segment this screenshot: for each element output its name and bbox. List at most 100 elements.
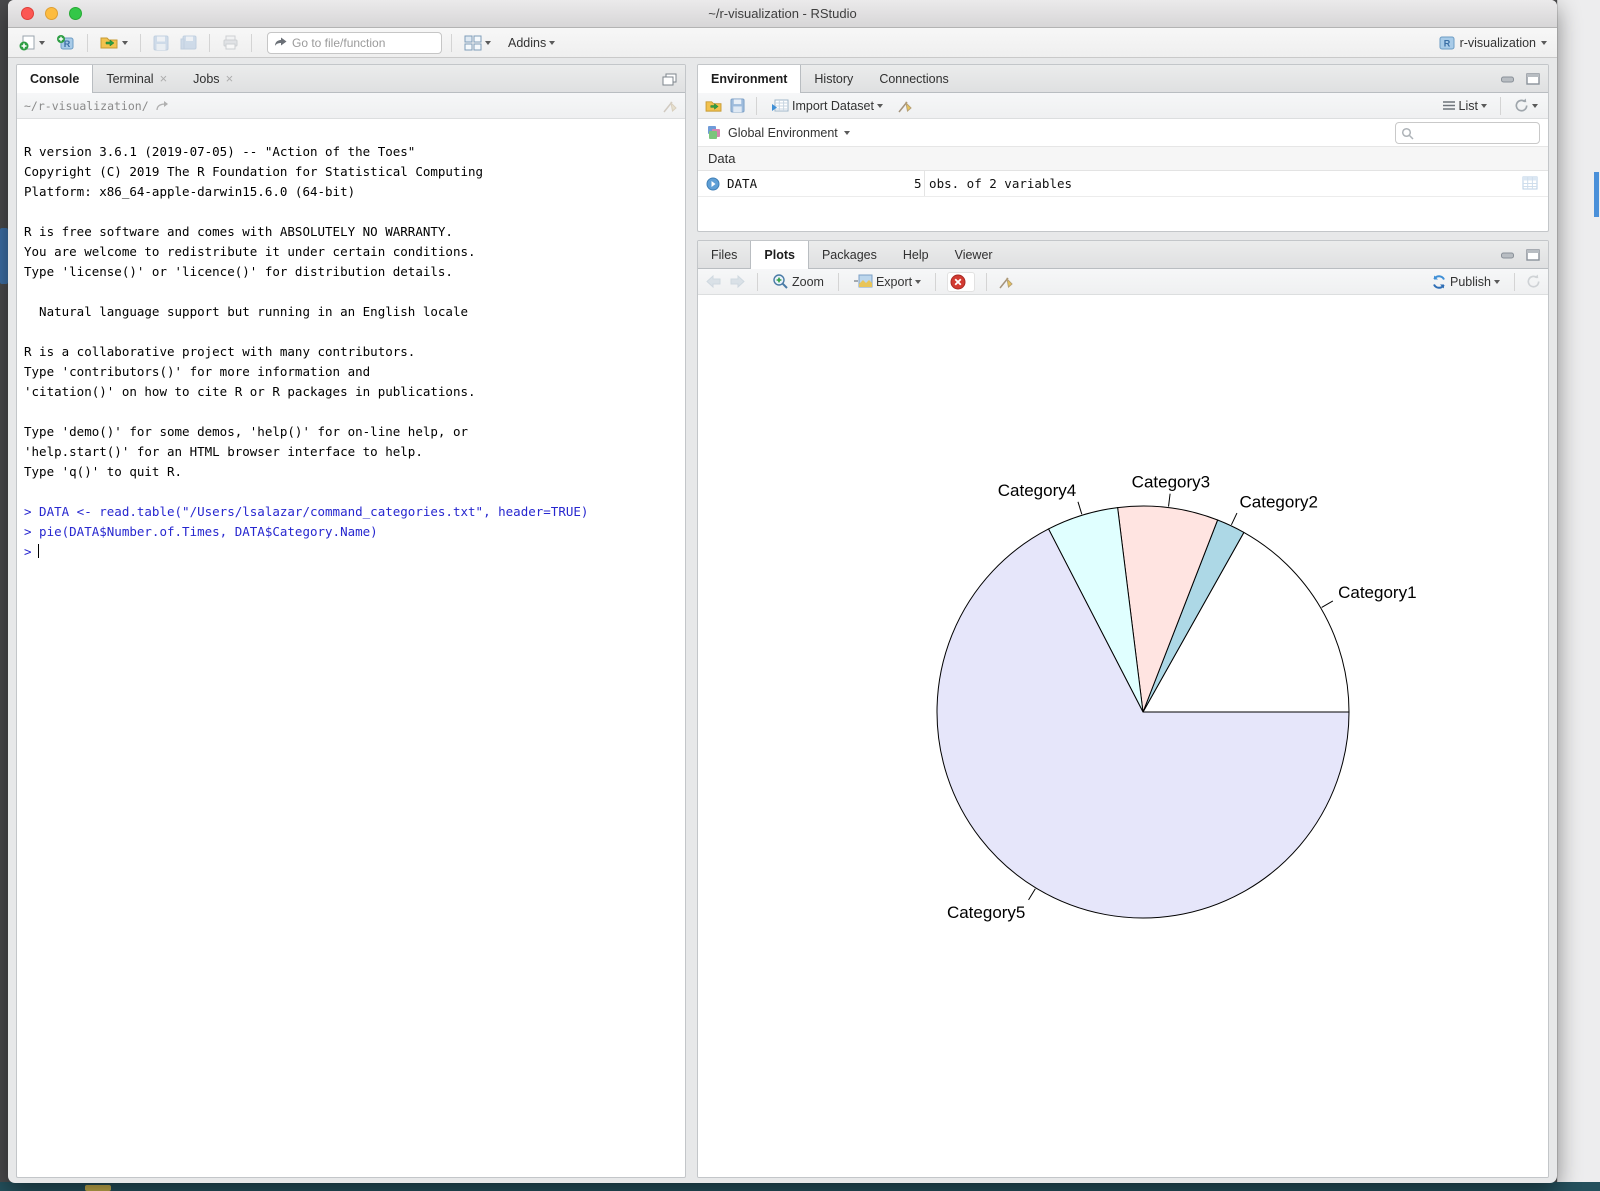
background-blue-chip-right [1594,172,1599,217]
tab-plots[interactable]: Plots [750,241,809,269]
plot-area: Category1Category2Category3Category4Cate… [698,295,1549,1177]
close-tab-icon[interactable]: × [160,71,168,86]
maximize-pane-icon[interactable] [662,73,677,86]
zoom-plot-button[interactable]: Zoom [769,271,827,292]
refresh-caret-icon [1532,104,1538,108]
zoom-magnifier-icon [772,273,789,290]
close-tab-icon[interactable]: × [226,71,234,86]
environment-object-row[interactable]: DATA 5 obs. of 2 variables [698,171,1548,197]
pie-label-tick [1169,494,1171,507]
environment-scope-caret-icon[interactable] [844,131,850,135]
goto-file-box[interactable] [267,32,442,54]
tab-jobs[interactable]: Jobs× [180,65,246,92]
tab-files[interactable]: Files [698,241,750,268]
project-cube-icon: R [1439,35,1455,51]
new-project-icon: R [56,34,75,52]
open-file-button[interactable] [97,33,131,52]
pane-layout-icon [464,35,482,51]
plots-tabbar: Files PlotsPackagesHelp Viewer [698,241,1548,269]
environment-search-box[interactable] [1395,122,1540,144]
new-file-button[interactable] [16,32,48,53]
console-line-output: Type 'contributors()' for more informati… [24,362,677,382]
minimize-pane-icon[interactable] [1501,73,1518,85]
print-button[interactable] [219,33,242,52]
maximize-pane-icon[interactable] [1526,249,1540,261]
tab-label: Files [711,248,737,262]
previous-plot-icon[interactable] [705,275,722,288]
open-folder-icon [100,35,119,50]
refresh-environment-button[interactable] [1511,96,1541,115]
addins-button[interactable]: Addins [505,34,558,52]
clear-all-plots-icon[interactable] [998,274,1014,290]
tab-packages[interactable]: Packages [809,241,890,268]
console-line-output: 'help.start()' for an HTML browser inter… [24,442,677,462]
new-file-icon [19,34,36,51]
export-plot-button[interactable]: Export [850,272,924,291]
pane-layout-caret-icon [485,41,491,45]
export-plot-label: Export [876,275,912,289]
environment-search-input[interactable] [1418,126,1528,140]
project-name: r-visualization [1460,36,1536,50]
tab-label: Console [30,72,79,86]
new-project-button[interactable]: R [53,32,78,54]
console-tabs: Console Terminal×Jobs× [17,65,246,92]
console-line-output: Natural language support but running in … [24,302,677,322]
addins-label: Addins [508,36,546,50]
tab-history[interactable]: History [801,65,866,92]
publish-button[interactable]: Publish [1428,272,1503,292]
refresh-plot-icon[interactable] [1526,274,1541,289]
main-toolbar: R [8,28,1557,58]
console-output[interactable]: R version 3.6.1 (2019-07-05) -- "Action … [17,119,685,570]
minimize-window-button[interactable] [45,7,58,20]
object-name: DATA [727,176,757,191]
save-button[interactable] [150,33,172,53]
list-view-button[interactable]: List [1439,97,1490,115]
tab-environment[interactable]: Environment [698,65,801,93]
save-all-button[interactable] [177,33,200,53]
publish-icon [1431,274,1447,290]
save-workspace-icon[interactable] [730,98,745,113]
search-icon [1401,127,1414,140]
background-window-left [0,0,8,1191]
publish-caret-icon [1494,280,1500,284]
share-arrow-icon[interactable] [156,100,170,111]
expand-object-icon[interactable] [706,177,720,191]
pie-label-category2: Category2 [1240,493,1318,512]
load-workspace-icon[interactable] [705,99,723,113]
remove-plot-button[interactable] [947,272,975,292]
desktop-fleck [85,1185,111,1191]
desktop-bottom-strip [0,1182,1600,1191]
next-plot-icon[interactable] [729,275,746,288]
view-table-icon[interactable] [1522,176,1538,190]
console-line-output: R is free software and comes with ABSOLU… [24,222,677,242]
import-dataset-button[interactable]: Import Dataset [768,96,886,115]
console-line-output: 'citation()' on how to cite R or R packa… [24,382,677,402]
list-icon [1442,100,1456,111]
pie-label-tick [1231,513,1237,525]
goto-arrow-icon [274,37,287,48]
tab-label: Viewer [955,248,993,262]
window-title: ~/r-visualization - RStudio [8,0,1557,28]
tab-terminal[interactable]: Terminal× [93,65,180,92]
pane-layout-button[interactable] [461,33,494,53]
console-line-input: > DATA <- read.table("/Users/lsalazar/co… [24,502,677,522]
tab-label: Environment [711,72,787,86]
environment-toolbar: Import Dataset List [698,93,1548,119]
clear-console-icon[interactable] [662,98,678,114]
tab-console[interactable]: Console [17,65,93,93]
tab-connections[interactable]: Connections [866,65,962,92]
print-icon [222,35,239,50]
save-icon [153,35,169,51]
pie-label-tick [1029,889,1036,900]
tab-viewer[interactable]: Viewer [942,241,1006,268]
clear-environment-icon[interactable] [897,98,913,114]
export-caret-icon [915,280,921,284]
tab-help[interactable]: Help [890,241,942,268]
goto-file-input[interactable] [292,36,422,50]
environment-scope-label[interactable]: Global Environment [728,126,838,140]
zoom-window-button[interactable] [69,7,82,20]
maximize-pane-icon[interactable] [1526,73,1540,85]
project-selector[interactable]: R r-visualization [1439,35,1549,51]
close-window-button[interactable] [21,7,34,20]
minimize-pane-icon[interactable] [1501,249,1518,261]
